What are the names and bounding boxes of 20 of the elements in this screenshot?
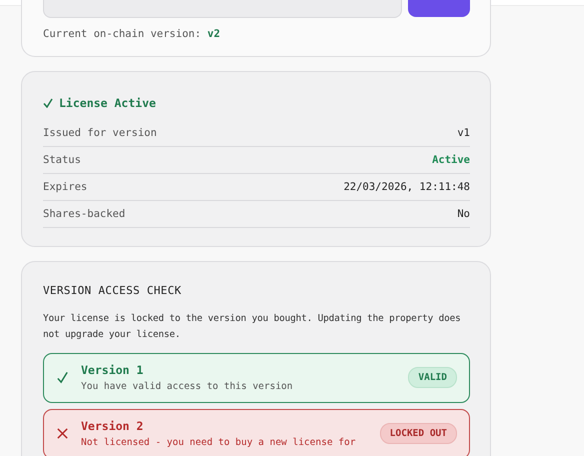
row-label: Expires — [43, 181, 88, 193]
version-name: Version 2 — [81, 418, 144, 433]
submit-button[interactable] — [408, 0, 470, 17]
row-label: Status — [43, 154, 81, 166]
status-badge: LOCKED OUT — [380, 422, 457, 444]
description-text: Your license is locked to the version you bought. Updating the property does not upgrade your license. — [43, 312, 462, 342]
version-detail: You have valid access to this version — [81, 380, 294, 392]
license-title: License Active — [59, 96, 156, 110]
row-value: No — [457, 208, 470, 220]
section-heading: VERSION ACCESS CHECK — [43, 284, 182, 297]
row-value: Active — [432, 154, 470, 166]
status-badge: VALID — [408, 366, 457, 388]
row-value: 22/03/2026, 12:11:48 — [344, 181, 470, 193]
row-value: v1 — [457, 127, 470, 139]
input-field[interactable] — [43, 0, 402, 18]
version-name: Version 1 — [81, 362, 144, 377]
on-chain-version-text: Current on-chain version: v2 — [43, 28, 222, 40]
version-detail: Not licensed - you need to buy a new license for — [81, 436, 357, 448]
row-label: Issued for version — [43, 127, 157, 139]
row-label: Shares-backed — [43, 208, 126, 220]
